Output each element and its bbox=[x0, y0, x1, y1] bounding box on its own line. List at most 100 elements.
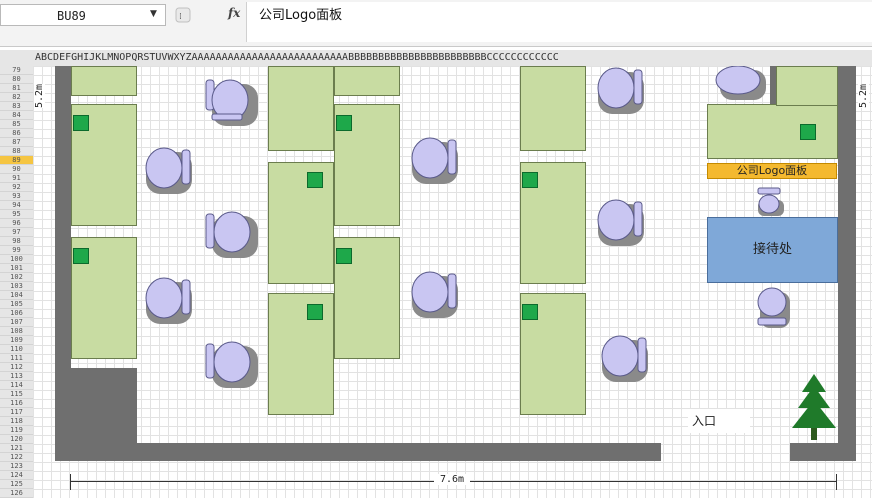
chair-icon bbox=[757, 287, 790, 328]
entrance-label: 入口 bbox=[692, 414, 717, 428]
chair-icon bbox=[715, 66, 766, 100]
row-header[interactable]: 101 bbox=[0, 264, 33, 273]
computer-icon bbox=[73, 248, 89, 264]
corner-desk bbox=[707, 104, 838, 159]
company-logo-panel: 公司Logo面板 bbox=[707, 163, 837, 179]
chair-icon bbox=[597, 199, 644, 246]
computer-icon bbox=[336, 248, 352, 264]
wall-bottom bbox=[55, 443, 661, 461]
computer-icon bbox=[800, 124, 816, 140]
row-header[interactable]: 97 bbox=[0, 228, 33, 237]
column-headers[interactable]: ABCDEFGHIJKLMNOPQRSTUVWXYZAAAAAAAAAAAAAA… bbox=[0, 50, 872, 67]
chair-icon bbox=[411, 271, 458, 318]
row-header[interactable]: 125 bbox=[0, 480, 33, 489]
row-header[interactable]: 98 bbox=[0, 237, 33, 246]
formula-input[interactable]: 公司Logo面板 bbox=[246, 2, 872, 42]
desk bbox=[334, 66, 400, 96]
row-header[interactable]: 93 bbox=[0, 192, 33, 201]
row-header[interactable]: 84 bbox=[0, 111, 33, 120]
row-header[interactable]: 86 bbox=[0, 129, 33, 138]
row-header[interactable]: 79 bbox=[0, 66, 33, 75]
entrance-label-box: 入口 bbox=[688, 409, 750, 433]
desk bbox=[268, 66, 334, 151]
column-header-text: ABCDEFGHIJKLMNOPQRSTUVWXYZAAAAAAAAAAAAAA… bbox=[35, 52, 559, 63]
row-headers[interactable]: 79 80 81 82 83 84 85 86 87 88 89 90 91 92 93 94 95 96 97 98… bbox=[0, 66, 34, 498]
row-header[interactable]: 107 bbox=[0, 318, 33, 327]
row-header[interactable]: 117 bbox=[0, 408, 33, 417]
dimension-tick-right bbox=[836, 474, 837, 490]
row-header[interactable]: 109 bbox=[0, 336, 33, 345]
chair-icon bbox=[601, 335, 648, 382]
chair-icon bbox=[205, 79, 258, 126]
row-header[interactable]: 80 bbox=[0, 75, 33, 84]
row-header[interactable]: 116 bbox=[0, 399, 33, 408]
row-header[interactable]: 124 bbox=[0, 471, 33, 480]
desk bbox=[268, 293, 334, 415]
row-header[interactable]: 99 bbox=[0, 246, 33, 255]
dimension-left: 5.2m bbox=[34, 83, 45, 108]
row-header[interactable]: 96 bbox=[0, 219, 33, 228]
row-header[interactable]: 112 bbox=[0, 363, 33, 372]
reception-desk: 接待处 bbox=[707, 217, 838, 283]
row-header[interactable]: 123 bbox=[0, 462, 33, 471]
row-header[interactable]: 89 bbox=[0, 156, 33, 165]
row-header[interactable]: 100 bbox=[0, 255, 33, 264]
row-header[interactable]: 105 bbox=[0, 300, 33, 309]
tree-icon bbox=[792, 374, 836, 440]
computer-icon bbox=[522, 304, 538, 320]
desk bbox=[71, 66, 137, 96]
computer-icon bbox=[522, 172, 538, 188]
row-header[interactable]: 115 bbox=[0, 390, 33, 399]
row-header[interactable]: 114 bbox=[0, 381, 33, 390]
chair-icon bbox=[597, 67, 644, 114]
row-header[interactable]: 88 bbox=[0, 147, 33, 156]
row-header[interactable]: 102 bbox=[0, 273, 33, 282]
wall-right bbox=[838, 66, 856, 461]
row-header[interactable]: 103 bbox=[0, 282, 33, 291]
svg-text:⁞: ⁞ bbox=[179, 12, 182, 22]
row-header[interactable]: 94 bbox=[0, 201, 33, 210]
chair-icon bbox=[205, 341, 258, 388]
row-header[interactable]: 111 bbox=[0, 354, 33, 363]
dimension-tick-left bbox=[70, 474, 71, 490]
formula-text: 公司Logo面板 bbox=[259, 8, 343, 23]
formula-bar: BU89 ▼ ⁞ fx 公司Logo面板 bbox=[0, 0, 872, 47]
row-header[interactable]: 91 bbox=[0, 174, 33, 183]
row-header[interactable]: 87 bbox=[0, 138, 33, 147]
row-header[interactable]: 92 bbox=[0, 183, 33, 192]
formula-controls: ⁞ bbox=[170, 4, 226, 26]
row-header[interactable]: 106 bbox=[0, 309, 33, 318]
chair-icon bbox=[205, 211, 258, 258]
insert-function-icon[interactable]: fx bbox=[228, 6, 240, 20]
row-header[interactable]: 122 bbox=[0, 453, 33, 462]
corner-desk bbox=[776, 66, 838, 106]
row-header[interactable]: 95 bbox=[0, 210, 33, 219]
row-header[interactable]: 90 bbox=[0, 165, 33, 174]
logo-panel-label: 公司Logo面板 bbox=[736, 164, 808, 177]
chair-icon bbox=[145, 277, 192, 324]
row-header[interactable]: 82 bbox=[0, 93, 33, 102]
desk bbox=[520, 66, 586, 151]
row-header[interactable]: 108 bbox=[0, 327, 33, 336]
row-header[interactable]: 126 bbox=[0, 489, 33, 498]
chevron-down-icon[interactable]: ▼ bbox=[150, 9, 157, 19]
computer-icon bbox=[307, 172, 323, 188]
row-header[interactable]: 121 bbox=[0, 444, 33, 453]
chair-icon bbox=[145, 147, 192, 194]
cell-reference: BU89 bbox=[57, 9, 86, 23]
row-header[interactable]: 104 bbox=[0, 291, 33, 300]
row-header[interactable]: 119 bbox=[0, 426, 33, 435]
desk bbox=[268, 162, 334, 284]
row-header[interactable]: 83 bbox=[0, 102, 33, 111]
row-header[interactable]: 120 bbox=[0, 435, 33, 444]
computer-icon bbox=[336, 115, 352, 131]
chair-icon bbox=[411, 137, 458, 184]
wall-bottom-right bbox=[790, 443, 856, 461]
row-header[interactable]: 113 bbox=[0, 372, 33, 381]
row-header[interactable]: 110 bbox=[0, 345, 33, 354]
row-header[interactable]: 81 bbox=[0, 84, 33, 93]
name-box[interactable]: BU89 bbox=[0, 4, 166, 26]
row-header[interactable]: 118 bbox=[0, 417, 33, 426]
dimension-right: 5.2m bbox=[858, 83, 869, 108]
row-header[interactable]: 85 bbox=[0, 120, 33, 129]
